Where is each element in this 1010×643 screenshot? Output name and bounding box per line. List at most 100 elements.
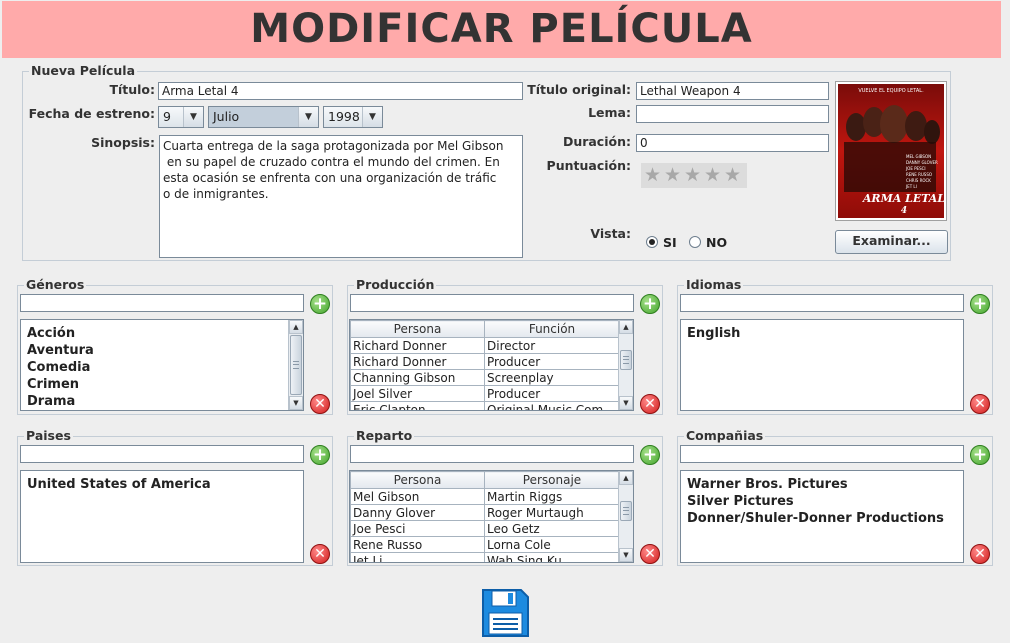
remove-reparto-button[interactable]: ✕	[640, 544, 660, 564]
generos-list[interactable]: Acción Aventura Comedia Crimen Drama ▲ ▼	[20, 319, 304, 411]
table-cell: Richard Donner	[350, 337, 485, 354]
add-genero-button[interactable]: +	[310, 294, 330, 314]
list-item[interactable]: Warner Bros. Pictures	[681, 476, 963, 493]
table-row[interactable]: Joel Silver Producer	[350, 385, 620, 402]
companias-list[interactable]: Warner Bros. Pictures Silver Pictures Do…	[680, 470, 964, 563]
reparto-scrollbar[interactable]: ▲ ▼	[618, 471, 633, 562]
remove-produccion-button[interactable]: ✕	[640, 394, 660, 414]
list-item[interactable]: Comedia	[21, 359, 303, 376]
rating-stars[interactable]: ★ ★ ★ ★ ★	[641, 163, 747, 188]
list-item[interactable]: Silver Pictures	[681, 493, 963, 510]
companias-input[interactable]	[680, 445, 964, 463]
sinopsis-line: esta ocasión se enfrenta con una organiz…	[163, 171, 497, 185]
scroll-down-icon[interactable]: ▼	[619, 548, 633, 562]
sinopsis-line: o de inmigrantes.	[163, 187, 269, 201]
lema-field[interactable]	[636, 105, 829, 123]
add-reparto-button[interactable]: +	[640, 445, 660, 465]
scroll-thumb[interactable]	[290, 335, 302, 395]
column-header-persona[interactable]: Persona	[350, 320, 485, 338]
column-header-persona[interactable]: Persona	[350, 471, 485, 489]
table-row[interactable]: Channing Gibson Screenplay	[350, 369, 620, 386]
table-row[interactable]: Mel Gibson Martin Riggs	[350, 488, 620, 505]
save-button[interactable]	[479, 587, 531, 639]
column-header-personaje[interactable]: Personaje	[484, 471, 620, 489]
table-cell: Wah Sing Ku	[484, 552, 620, 562]
table-row[interactable]: Danny Glover Roger Murtaugh	[350, 504, 620, 521]
add-idioma-button[interactable]: +	[970, 294, 990, 314]
paises-input[interactable]	[20, 445, 304, 463]
scroll-down-icon[interactable]: ▼	[619, 396, 633, 410]
poster-title: ARMA LETAL	[862, 192, 945, 205]
month-select-value: Julio	[209, 107, 298, 127]
list-item[interactable]: Acción	[21, 325, 303, 342]
list-item[interactable]: United States of America	[21, 476, 303, 493]
plus-circle-icon: +	[642, 445, 658, 465]
list-item[interactable]: Drama	[21, 393, 303, 410]
add-pais-button[interactable]: +	[310, 445, 330, 465]
reparto-table[interactable]: Persona Personaje Mel Gibson Martin Riggs…	[349, 470, 634, 563]
paises-list[interactable]: United States of America	[20, 470, 304, 563]
list-item[interactable]: Crimen	[21, 376, 303, 393]
table-cell: Danny Glover	[350, 504, 485, 521]
reparto-input[interactable]	[350, 445, 634, 463]
produccion-table[interactable]: Persona Función Richard Donner Director R…	[349, 319, 634, 411]
scroll-down-icon[interactable]: ▼	[289, 396, 303, 410]
scroll-up-icon[interactable]: ▲	[619, 471, 633, 485]
titulo-original-field[interactable]: Lethal Weapon 4	[636, 82, 829, 100]
page-title: MODIFICAR PELÍCULA	[250, 6, 753, 52]
table-cell: Screenplay	[484, 369, 620, 386]
generos-input[interactable]	[20, 294, 304, 312]
add-produccion-button[interactable]: +	[640, 294, 660, 314]
star-icon[interactable]: ★	[724, 165, 741, 185]
table-cell: Richard Donner	[350, 353, 485, 370]
year-select[interactable]: 1998 ▼	[323, 106, 383, 128]
remove-pais-button[interactable]: ✕	[310, 544, 330, 564]
scroll-thumb[interactable]	[620, 350, 632, 370]
idiomas-input[interactable]	[680, 294, 964, 312]
month-select[interactable]: Julio ▼	[208, 106, 319, 128]
idiomas-list[interactable]: English	[680, 319, 964, 411]
produccion-input[interactable]	[350, 294, 634, 312]
table-row[interactable]: Rene Russo Lorna Cole	[350, 536, 620, 553]
titulo-field[interactable]: Arma Letal 4	[158, 82, 523, 100]
sinopsis-textarea[interactable]: Cuarta entrega de la saga protagonizada …	[159, 135, 523, 258]
table-row[interactable]: Joe Pesci Leo Getz	[350, 520, 620, 537]
vista-si-radio[interactable]	[646, 236, 658, 248]
table-row[interactable]: Richard Donner Director	[350, 337, 620, 354]
list-item[interactable]: Aventura	[21, 342, 303, 359]
generos-scrollbar[interactable]: ▲ ▼	[288, 320, 303, 410]
table-row[interactable]: Richard Donner Producer	[350, 353, 620, 370]
table-row[interactable]: Jet Li Wah Sing Ku	[350, 552, 620, 562]
vista-no-radio[interactable]	[689, 236, 701, 248]
column-header-funcion[interactable]: Función	[484, 320, 620, 338]
star-icon[interactable]: ★	[704, 165, 721, 185]
star-icon[interactable]: ★	[684, 165, 701, 185]
produccion-scrollbar[interactable]: ▲ ▼	[618, 320, 633, 410]
vista-no-label: NO	[706, 235, 728, 250]
duracion-field[interactable]: 0	[636, 134, 829, 152]
table-cell: Leo Getz	[484, 520, 620, 537]
add-compania-button[interactable]: +	[970, 445, 990, 465]
x-circle-icon: ✕	[314, 396, 326, 412]
day-select[interactable]: 9 ▼	[158, 106, 204, 128]
examinar-button[interactable]: Examinar...	[835, 230, 948, 254]
list-item[interactable]: English	[681, 325, 963, 342]
star-icon[interactable]: ★	[644, 165, 661, 185]
poster-cast-1: DANNY GLOVER	[906, 160, 938, 165]
chevron-down-icon: ▼	[183, 107, 203, 127]
vista-label: Vista:	[590, 226, 631, 241]
scroll-up-icon[interactable]: ▲	[619, 320, 633, 334]
plus-circle-icon: +	[312, 294, 328, 314]
table-cell: Roger Murtaugh	[484, 504, 620, 521]
sinopsis-line: en su papel de cruzado contra el mundo d…	[163, 155, 500, 169]
scroll-thumb[interactable]	[620, 501, 632, 521]
star-icon[interactable]: ★	[664, 165, 681, 185]
remove-compania-button[interactable]: ✕	[970, 544, 990, 564]
remove-genero-button[interactable]: ✕	[310, 394, 330, 414]
table-row[interactable]: Eric Clapton Original Music Com	[350, 401, 620, 410]
table-cell: Rene Russo	[350, 536, 485, 553]
list-item[interactable]: Donner/Shuler-Donner Productions	[681, 510, 963, 527]
remove-idioma-button[interactable]: ✕	[970, 394, 990, 414]
scroll-up-icon[interactable]: ▲	[289, 320, 303, 334]
paises-legend: Paises	[24, 428, 73, 443]
